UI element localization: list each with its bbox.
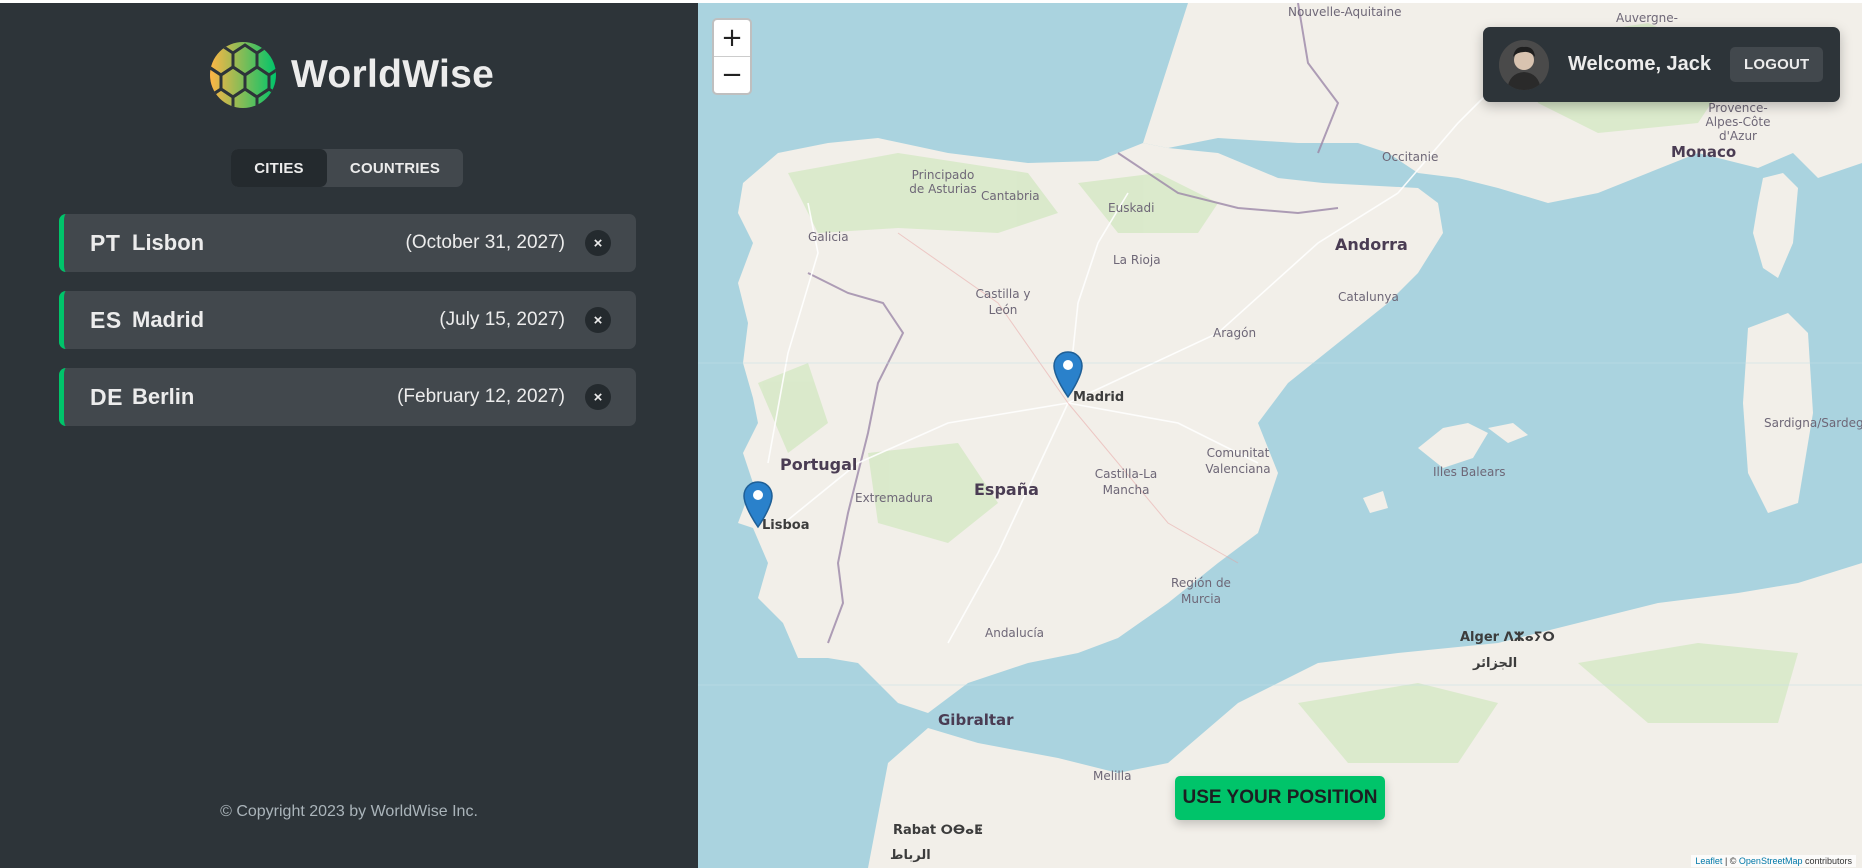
delete-city-button[interactable]: × xyxy=(585,307,611,333)
map-container[interactable]: Nouvelle-Aquitaine Auvergne- Provence-Al… xyxy=(698,3,1862,868)
logout-button[interactable]: LOGOUT xyxy=(1730,47,1824,82)
zoom-out-button[interactable]: − xyxy=(714,56,750,93)
tab-countries[interactable]: COUNTRIES xyxy=(327,149,463,187)
copyright-text: © Copyright 2023 by WorldWise Inc. xyxy=(220,803,478,820)
map-label: Auvergne- xyxy=(1616,11,1678,25)
app-logo[interactable]: WorldWise xyxy=(209,41,494,109)
map-label: La Rioja xyxy=(1113,253,1161,267)
city-name: Berlin xyxy=(132,384,195,409)
country-code: ES xyxy=(90,306,122,333)
map-label: Extremadura xyxy=(855,491,933,505)
use-position-button[interactable]: USE YOUR POSITION xyxy=(1175,776,1385,820)
sidebar: WorldWise CITIES COUNTRIES PT Lisbon (Oc… xyxy=(0,3,698,868)
map-tiles[interactable] xyxy=(698,3,1862,868)
map-label: Castilla y León xyxy=(975,287,1031,317)
map-marker-lisbon-icon[interactable] xyxy=(743,481,773,529)
map-label: Región de Murcia xyxy=(1171,576,1231,606)
map-label: Nouvelle-Aquitaine xyxy=(1288,5,1402,19)
city-item-madrid[interactable]: ES Madrid (July 15, 2027) × xyxy=(59,291,636,349)
map-label: Gibraltar xyxy=(938,711,1014,729)
city-item-berlin[interactable]: DE Berlin (February 12, 2027) × xyxy=(59,368,636,426)
map-label: Portugal xyxy=(780,455,858,474)
map-label: Melilla xyxy=(1093,769,1132,783)
map-label: Illes Balears xyxy=(1433,465,1506,479)
map-label: Andalucía xyxy=(985,626,1045,640)
user-panel: Welcome, Jack LOGOUT xyxy=(1483,27,1840,102)
map-label: Catalunya xyxy=(1338,290,1399,304)
tab-cities[interactable]: CITIES xyxy=(231,149,327,187)
city-date: (October 31, 2027) xyxy=(405,232,565,253)
globe-logo-icon xyxy=(210,42,276,108)
map-attribution: Leaflet | © OpenStreetMap contributors xyxy=(1691,855,1856,867)
zoom-in-button[interactable]: + xyxy=(714,20,750,56)
map-label: Castilla-La Mancha xyxy=(1094,467,1158,497)
city-list: PT Lisbon (October 31, 2027) × ES Madrid… xyxy=(59,214,636,445)
map-label: Euskadi xyxy=(1108,201,1155,215)
app-name: WorldWise xyxy=(291,53,495,96)
map-label: Rabat ⵔⴱⴰⵟ xyxy=(893,823,983,838)
osm-link[interactable]: OpenStreetMap xyxy=(1739,856,1803,866)
zoom-control: + − xyxy=(712,18,752,95)
delete-city-button[interactable]: × xyxy=(585,230,611,256)
map-label: Galicia xyxy=(808,230,849,244)
country-code: DE xyxy=(90,383,123,410)
map-label: الجزائر xyxy=(1473,656,1518,671)
view-tabs: CITIES COUNTRIES xyxy=(231,149,463,187)
map-label: España xyxy=(974,480,1039,499)
country-code: PT xyxy=(90,229,121,256)
map-label: Comunitat Valenciana xyxy=(1205,446,1271,476)
map-label: Principado de Asturias xyxy=(909,168,977,196)
attribution-separator: | © xyxy=(1722,856,1739,866)
map-label: Aragón xyxy=(1213,326,1257,340)
map-label: Sardigna/Sardegna xyxy=(1764,416,1862,430)
leaflet-link[interactable]: Leaflet xyxy=(1695,856,1722,866)
city-date: (July 15, 2027) xyxy=(439,309,565,330)
map-label: Alger ⴷⵣⴰⵢⵔ xyxy=(1460,630,1555,645)
delete-city-button[interactable]: × xyxy=(585,384,611,410)
map-label: Provence-Alpes-Côte d'Azur xyxy=(1705,101,1771,143)
city-name: Madrid xyxy=(132,307,205,332)
welcome-text: Welcome, Jack xyxy=(1568,53,1712,75)
map-label: الرباط xyxy=(890,848,931,863)
map-label: Andorra xyxy=(1335,235,1408,254)
city-date: (February 12, 2027) xyxy=(397,386,565,407)
map-label: Occitanie xyxy=(1382,150,1439,164)
city-item-lisbon[interactable]: PT Lisbon (October 31, 2027) × xyxy=(59,214,636,272)
avatar xyxy=(1499,39,1549,90)
attribution-suffix: contributors xyxy=(1802,856,1852,866)
map-label: Cantabria xyxy=(981,189,1040,203)
map-label: Monaco xyxy=(1671,143,1737,161)
map-marker-madrid-icon[interactable] xyxy=(1053,351,1083,399)
city-name: Lisbon xyxy=(132,230,205,255)
user-avatar-icon xyxy=(1499,39,1549,90)
